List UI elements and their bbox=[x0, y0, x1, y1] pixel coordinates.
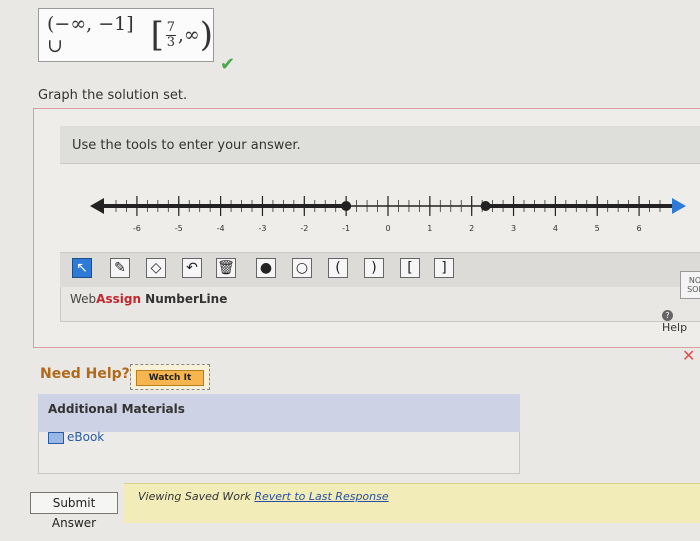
help-link[interactable]: ?Help bbox=[662, 308, 700, 334]
fraction-denominator: 3 bbox=[166, 34, 175, 50]
right-paren-tool-button[interactable]: ) bbox=[364, 258, 384, 278]
answer-fraction: 7 3 bbox=[165, 19, 176, 50]
additional-materials-header: Additional Materials bbox=[38, 394, 520, 432]
watch-it-button-frame[interactable]: Watch It bbox=[130, 364, 210, 390]
answer-display: (−∞, −1] ∪ [ 7 3 ,∞ ) bbox=[38, 8, 214, 62]
no-solution-button[interactable]: NO SOL bbox=[680, 271, 700, 299]
left-paren-tool-button[interactable]: ( bbox=[328, 258, 348, 278]
open-point-tool-button[interactable]: ○ bbox=[292, 258, 312, 278]
right-arrow-icon bbox=[672, 198, 686, 214]
webassign-numberline-brand: WebAssign NumberLine bbox=[70, 292, 227, 306]
numberline-toolbar: ↖ ✎ ◇ ↶ 🗑 ● ○ ( ) [ ] bbox=[60, 252, 700, 287]
answer-close-paren: ) bbox=[199, 15, 213, 55]
left-bracket-tool-button[interactable]: [ bbox=[400, 258, 420, 278]
close-x-icon[interactable]: ✕ bbox=[682, 346, 695, 365]
ebook-label: eBook bbox=[67, 430, 105, 444]
tick-label: 0 bbox=[385, 224, 390, 233]
brand-assign: Assign bbox=[96, 292, 141, 306]
tick-label: -5 bbox=[175, 224, 183, 233]
numberline-svg[interactable]: -6 -5 -4 -3 -2 -1 0 1 2 3 4 5 6 bbox=[60, 164, 700, 252]
tick-label: 4 bbox=[553, 224, 558, 233]
saved-work-banner bbox=[124, 483, 700, 523]
saved-prefix: Viewing Saved Work bbox=[138, 490, 255, 503]
tool-instructions: Use the tools to enter your answer. bbox=[60, 126, 700, 164]
tick-label: 2 bbox=[469, 224, 474, 233]
eraser-tool-button[interactable]: ◇ bbox=[146, 258, 166, 278]
pointer-tool-button[interactable]: ↖ bbox=[72, 258, 92, 278]
revert-link[interactable]: Revert to Last Response bbox=[254, 490, 388, 503]
tick-label: 1 bbox=[427, 224, 432, 233]
answer-left: (−∞, −1] ∪ bbox=[47, 13, 134, 57]
undo-button[interactable]: ↶ bbox=[182, 258, 202, 278]
answer-open-bracket: [ bbox=[150, 15, 164, 55]
need-help-label: Need Help? bbox=[40, 366, 130, 382]
tick-label: 3 bbox=[511, 224, 516, 233]
numberline-canvas[interactable]: -6 -5 -4 -3 -2 -1 0 1 2 3 4 5 6 bbox=[60, 164, 700, 252]
tick-label: -3 bbox=[258, 224, 266, 233]
submit-answer-button[interactable]: Submit Answer bbox=[30, 492, 118, 530]
brand-web: Web bbox=[70, 292, 97, 306]
book-icon bbox=[48, 431, 64, 444]
ebook-link[interactable]: eBook bbox=[48, 430, 104, 444]
closed-point-tool-button[interactable]: ● bbox=[256, 258, 276, 278]
right-bracket-tool-button[interactable]: ] bbox=[434, 258, 454, 278]
saved-work-text: Viewing Saved Work Revert to Last Respon… bbox=[138, 490, 389, 503]
tick-label: -6 bbox=[133, 224, 141, 233]
closed-endpoint bbox=[341, 201, 352, 211]
delete-trash-button[interactable]: 🗑 bbox=[216, 258, 236, 278]
watch-it-button[interactable]: Watch It bbox=[136, 370, 204, 386]
tick-label: 6 bbox=[637, 224, 642, 233]
correct-check-icon: ✔ bbox=[220, 54, 236, 75]
tick-label: -2 bbox=[300, 224, 308, 233]
fraction-numerator: 7 bbox=[166, 19, 175, 35]
help-icon: ? bbox=[662, 310, 673, 321]
brand-numberline: NumberLine bbox=[141, 292, 228, 306]
tick-label: -1 bbox=[342, 224, 350, 233]
tick-label: 5 bbox=[595, 224, 600, 233]
help-label: Help bbox=[662, 321, 688, 334]
tick-label: -4 bbox=[217, 224, 225, 233]
closed-endpoint bbox=[480, 201, 491, 211]
pencil-tool-button[interactable]: ✎ bbox=[110, 258, 130, 278]
answer-tail: ,∞ bbox=[177, 24, 200, 46]
question-instruction: Graph the solution set. bbox=[38, 88, 188, 103]
left-arrow-icon bbox=[90, 198, 104, 214]
number-line: -6 -5 -4 -3 -2 -1 0 1 2 3 4 5 6 bbox=[90, 196, 686, 233]
